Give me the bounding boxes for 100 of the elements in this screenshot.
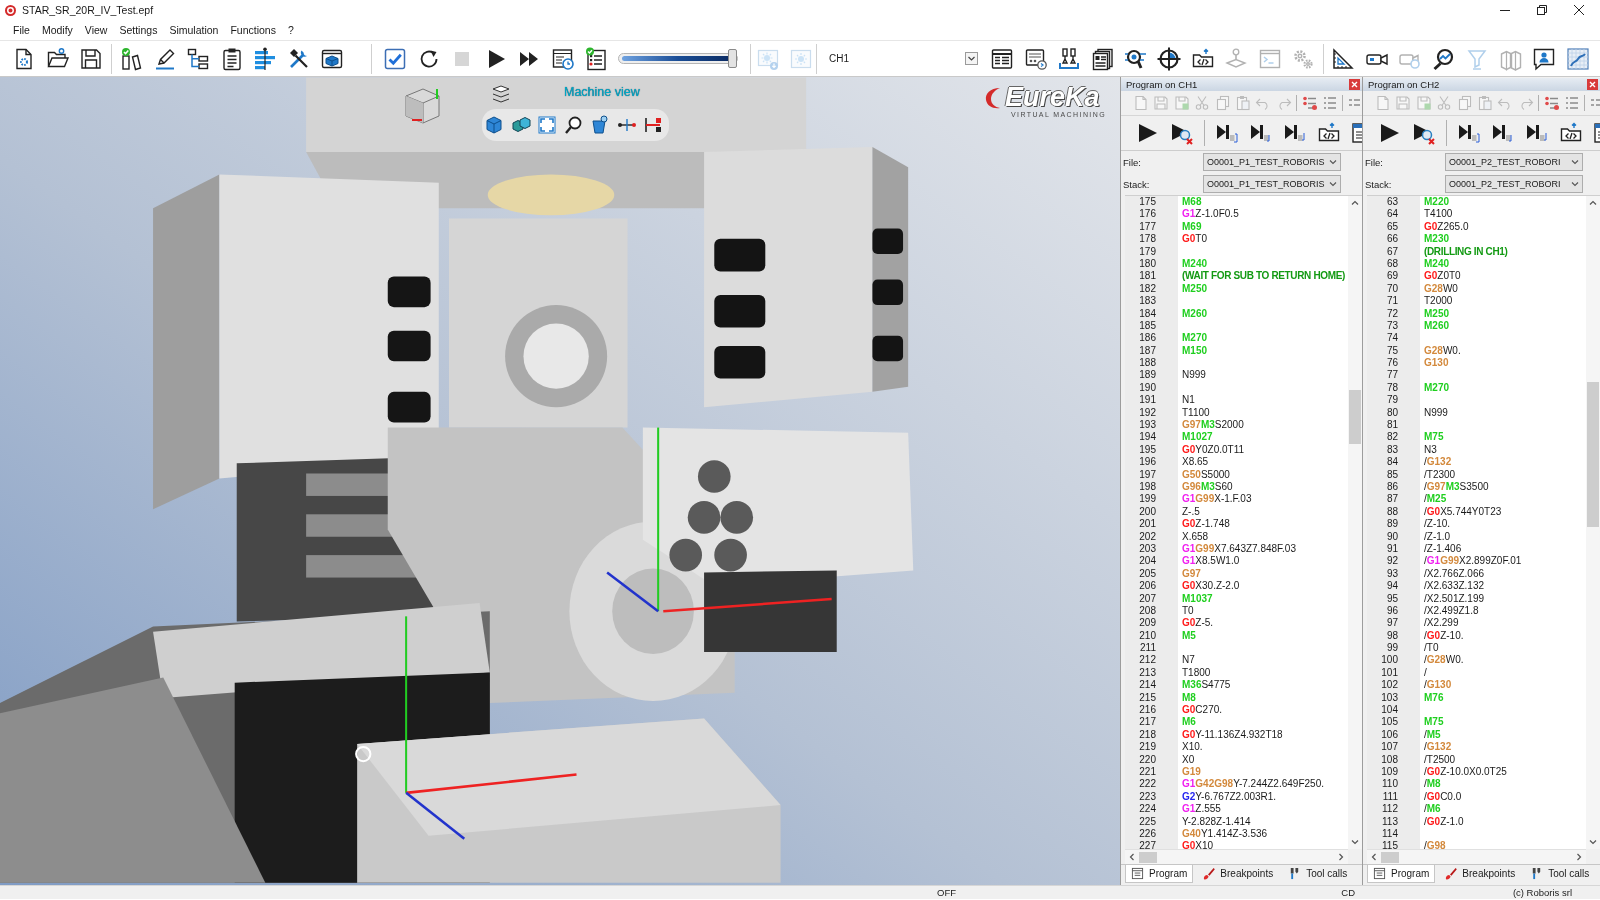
code-line: /G0X5.744Y0T23 (1424, 505, 1502, 519)
code-line: /X2.499Z1.8 (1424, 604, 1479, 618)
channel-select[interactable]: CH1 (829, 49, 981, 68)
line-number: 189 (1139, 369, 1156, 381)
brush-icon (1444, 867, 1458, 880)
documents-icon[interactable] (1090, 46, 1115, 71)
chart-window-icon[interactable] (1566, 46, 1591, 71)
code-line: /M25 (1424, 493, 1447, 506)
menu-item[interactable]: File (13, 24, 30, 36)
file-dropdown[interactable]: O0001_P2_TEST_ROBORI (1445, 153, 1583, 171)
layers-icon[interactable] (492, 85, 510, 104)
window-list-icon[interactable] (990, 46, 1015, 71)
line-number: 202 (1139, 530, 1156, 542)
slider-thumb[interactable] (727, 49, 737, 68)
columns-check-icon[interactable] (119, 46, 143, 71)
panel-tab[interactable]: Program (1367, 865, 1436, 883)
chevron-down-icon[interactable] (1328, 157, 1338, 167)
window-title: STAR_SR_20R_IV_Test.epf (22, 4, 154, 16)
code-line: M5 (1182, 629, 1196, 643)
menu-item[interactable]: ? (287, 24, 294, 36)
line-number: 185 (1139, 319, 1156, 331)
code-line: M230 (1424, 233, 1449, 246)
stack-dropdown[interactable]: O0001_P2_TEST_ROBORI (1445, 175, 1583, 193)
measure-icon[interactable] (643, 115, 663, 135)
menu-item[interactable]: Modify (41, 24, 73, 36)
code-line: M150 (1182, 344, 1207, 358)
gauge-window-icon[interactable] (1023, 46, 1048, 71)
line-number: 180 (1139, 257, 1156, 269)
play-gear-icon[interactable] (1412, 121, 1436, 145)
horizontal-scrollbar[interactable] (1367, 849, 1586, 864)
menu-item[interactable]: View (84, 24, 108, 36)
bucket-icon[interactable] (590, 115, 610, 135)
panel-tab[interactable]: Tool calls (1282, 865, 1354, 883)
code-line: G28W0 (1424, 282, 1458, 296)
line-number: 216 (1139, 704, 1156, 715)
menu-item[interactable]: Settings (119, 24, 158, 36)
code-line: (DRILLING IN CH1) (1424, 245, 1508, 258)
tree-icon[interactable] (186, 46, 210, 71)
scrollbar-thumb[interactable] (1587, 382, 1599, 527)
probes-icon[interactable] (1057, 46, 1082, 71)
panel-tab[interactable]: Tool calls (1524, 865, 1596, 883)
panel-tab[interactable]: Breakpoints (1196, 865, 1280, 883)
chevron-down-icon[interactable] (1570, 179, 1580, 189)
line-number: 112 (1382, 803, 1398, 815)
magnifier-chart-icon[interactable] (1431, 46, 1456, 71)
checklist-icon[interactable] (584, 46, 608, 71)
menu-item[interactable]: Simulation (169, 24, 219, 36)
horizontal-scrollbar[interactable] (1125, 849, 1348, 864)
scrollbar-thumb[interactable] (1139, 851, 1157, 863)
code-line: G0X10 (1182, 840, 1214, 853)
view-cube-icon[interactable] (404, 87, 441, 125)
cubes-icon[interactable] (510, 115, 531, 135)
panel-title: Program on CH1 (1126, 79, 1198, 90)
play-gear-icon[interactable] (1170, 121, 1194, 145)
code-line: /G1G99X2.899Z0F.01 (1424, 555, 1522, 568)
line-number: 214 (1139, 679, 1156, 691)
breakpoint-list-icon[interactable] (1301, 95, 1318, 111)
code-line: /T2500 (1424, 753, 1456, 766)
checkbox-icon[interactable] (383, 46, 407, 71)
crosshair-icon[interactable] (1157, 46, 1182, 71)
line-number: 97 (1386, 617, 1398, 629)
code-editor[interactable] (1420, 196, 1586, 849)
panel-tab[interactable]: Program (1125, 865, 1194, 883)
vertical-scrollbar[interactable] (1586, 196, 1600, 849)
code-line: M240 (1182, 257, 1207, 271)
bars-icon[interactable] (253, 46, 277, 71)
chevron-down-icon[interactable] (1328, 179, 1338, 189)
code-editor[interactable] (1178, 196, 1348, 849)
menu-item[interactable]: Functions (230, 24, 276, 36)
line-number: 114 (1382, 827, 1398, 839)
cube-icon[interactable] (484, 115, 504, 135)
code-line: /T2300 (1424, 468, 1456, 481)
code-line: G50S5000 (1182, 468, 1230, 481)
line-number: 210 (1139, 629, 1156, 641)
field-label: File: (1364, 156, 1384, 168)
line-number: 85 (1386, 468, 1398, 480)
panel-tab[interactable]: Breakpoints (1438, 865, 1522, 883)
window-clock-icon[interactable] (550, 46, 575, 71)
line-number: 196 (1139, 456, 1156, 468)
close-icon[interactable] (1574, 5, 1584, 15)
line-number: 73 (1386, 319, 1398, 331)
stack-dropdown[interactable]: O0001_P1_TEST_ROBORIS (1203, 175, 1341, 193)
line-number: 200 (1139, 505, 1156, 517)
zoom-icon[interactable] (563, 115, 584, 135)
code-line: /M5 (1424, 728, 1441, 742)
line-number: 224 (1139, 803, 1156, 815)
person-chat-icon[interactable] (1532, 46, 1557, 71)
file-dropdown[interactable]: O0001_P1_TEST_ROBORIS (1203, 153, 1341, 171)
code-line: /G0Z-1.0 (1424, 815, 1464, 828)
scrollbar-thumb[interactable] (1381, 851, 1399, 863)
line-number: 86 (1386, 481, 1398, 492)
fit-screen-icon[interactable] (537, 115, 557, 135)
vertical-scrollbar[interactable] (1348, 196, 1362, 849)
save-icon[interactable] (79, 46, 103, 71)
code-line: /G97M3S3500 (1424, 481, 1489, 494)
chevron-down-icon[interactable] (1570, 157, 1580, 167)
restore-icon[interactable] (1537, 5, 1547, 15)
breakpoint-list-icon[interactable] (1543, 95, 1560, 111)
scrollbar-thumb[interactable] (1349, 390, 1361, 444)
line-number: 110 (1382, 778, 1398, 790)
